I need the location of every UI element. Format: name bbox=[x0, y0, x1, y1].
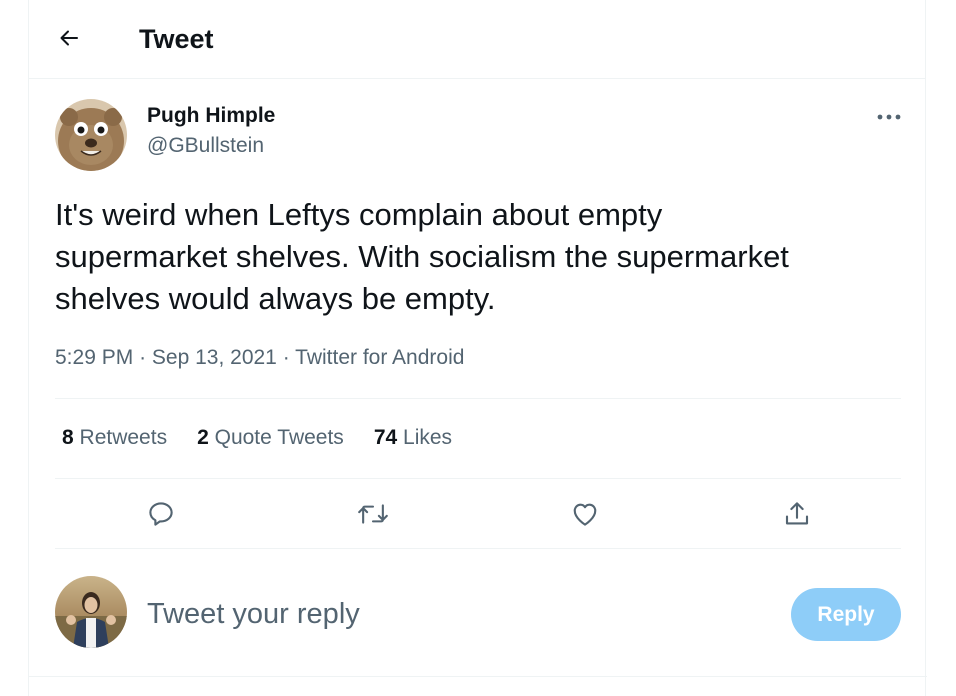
page-title: Tweet bbox=[139, 24, 214, 54]
meta-separator: · bbox=[139, 346, 147, 369]
author-avatar[interactable] bbox=[55, 99, 127, 171]
divider bbox=[55, 398, 901, 399]
quote-tweets-stat[interactable]: 2 Quote Tweets bbox=[197, 425, 344, 451]
reply-button[interactable]: Reply bbox=[791, 588, 901, 641]
more-horizontal-icon bbox=[877, 114, 901, 120]
arrow-left-icon bbox=[60, 30, 78, 46]
likes-count: 74 bbox=[373, 426, 398, 449]
author-handle[interactable]: @GBullstein bbox=[147, 133, 264, 159]
engagement-stats: 8 Retweets 2 Quote Tweets 74 Likes bbox=[62, 425, 452, 451]
user-avatar[interactable] bbox=[55, 576, 127, 648]
like-action-button[interactable] bbox=[563, 492, 607, 536]
share-icon bbox=[785, 502, 809, 525]
divider bbox=[55, 478, 901, 479]
likes-stat[interactable]: 74 Likes bbox=[374, 425, 452, 451]
tweet-source[interactable]: Twitter for Android bbox=[295, 346, 464, 369]
retweet-action-button[interactable] bbox=[351, 492, 395, 536]
share-action-button[interactable] bbox=[775, 492, 819, 536]
retweets-count: 8 bbox=[62, 426, 74, 449]
tweet-text: It's weird when Leftys complain about em… bbox=[55, 197, 789, 316]
tweet-time[interactable]: 5:29 PM bbox=[55, 346, 133, 369]
tweet-actions-bar bbox=[29, 492, 925, 536]
divider bbox=[29, 676, 927, 677]
heart-icon bbox=[573, 503, 597, 526]
quote-tweets-count: 2 bbox=[197, 426, 209, 449]
back-button[interactable] bbox=[51, 20, 87, 56]
likes-label: Likes bbox=[403, 426, 453, 449]
tweet-date[interactable]: Sep 13, 2021 bbox=[152, 346, 277, 369]
divider bbox=[55, 548, 901, 549]
retweets-label: Retweets bbox=[79, 426, 168, 449]
reply-action-button[interactable] bbox=[139, 492, 183, 536]
author-name[interactable]: Pugh Himple bbox=[147, 103, 275, 129]
retweets-stat[interactable]: 8 Retweets bbox=[62, 425, 167, 451]
tweet-metadata: 5:29 PM · Sep 13, 2021 · Twitter for And… bbox=[55, 345, 464, 371]
meta-separator: · bbox=[282, 346, 290, 369]
comment-icon bbox=[149, 502, 173, 526]
tweet-detail-column: Tweet Pugh Himple @GBullstein It's weird… bbox=[28, 0, 927, 696]
page-header: Tweet bbox=[29, 0, 925, 79]
retweet-icon bbox=[358, 504, 388, 524]
quote-tweets-label: Quote Tweets bbox=[214, 426, 344, 449]
reply-input[interactable] bbox=[147, 596, 767, 632]
more-options-button[interactable] bbox=[869, 102, 909, 132]
